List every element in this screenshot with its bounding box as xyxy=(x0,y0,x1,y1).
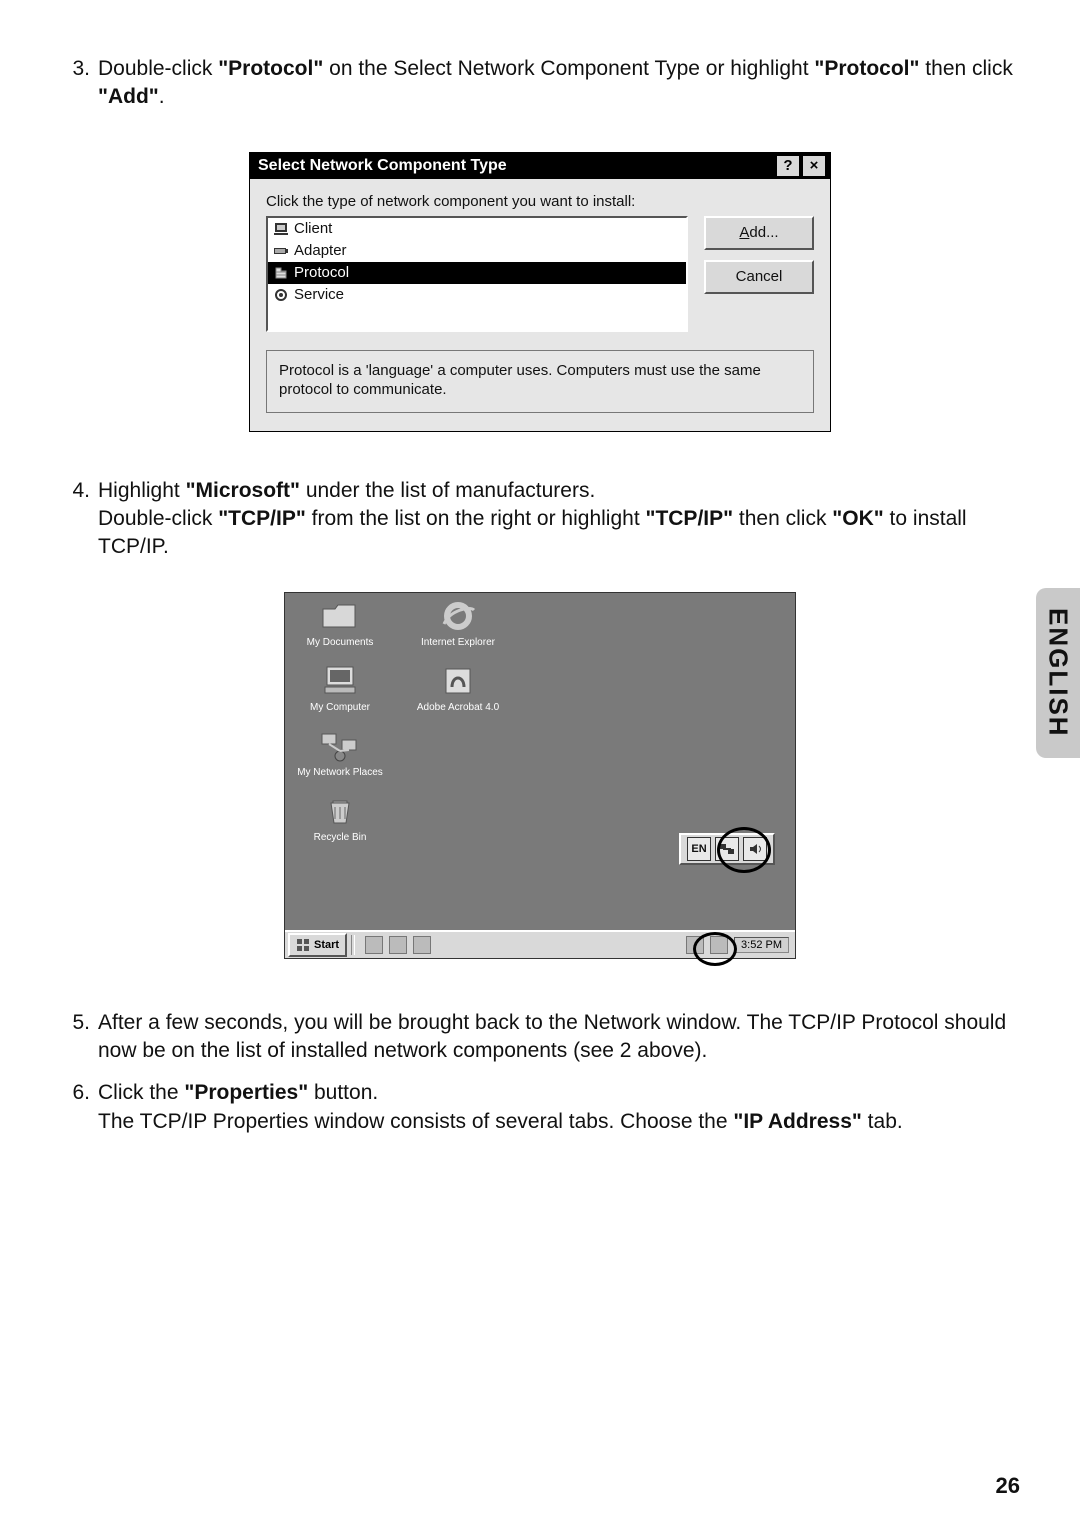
service-icon xyxy=(272,287,290,303)
tray-volume-icon[interactable] xyxy=(743,837,767,861)
step-4: 4. Highlight "Microsoft" under the list … xyxy=(60,477,1020,562)
step-list: 4. Highlight "Microsoft" under the list … xyxy=(60,477,1020,562)
list-item-label: Adapter xyxy=(294,242,347,259)
close-button[interactable]: × xyxy=(802,155,826,177)
list-item-label: Service xyxy=(294,286,344,303)
step-5: 5. After a few seconds, you will be brou… xyxy=(60,1009,1020,1066)
client-icon xyxy=(272,221,290,237)
dialog-prompt: Click the type of network component you … xyxy=(266,193,814,210)
system-tray: 3:52 PM xyxy=(686,936,795,954)
document-page: ENGLISH 3. Double-click "Protocol" on th… xyxy=(0,0,1080,1527)
step-number: 5. xyxy=(60,1009,98,1066)
step-body: Click the "Properties" button. The TCP/I… xyxy=(98,1079,1020,1136)
start-label: Start xyxy=(314,939,339,951)
page-number: 26 xyxy=(996,1473,1020,1499)
step-6: 6. Click the "Properties" button. The TC… xyxy=(60,1079,1020,1136)
icon-label: Internet Explorer xyxy=(421,637,495,648)
help-button[interactable]: ? xyxy=(776,155,800,177)
adobe-acrobat-icon[interactable]: Adobe Acrobat 4.0 xyxy=(413,664,503,713)
figure-desktop-wrap: My Documents My Computer My Network Plac… xyxy=(60,592,1020,959)
desktop-icon-grid: My Documents My Computer My Network Plac… xyxy=(295,599,503,843)
step-3: 3. Double-click "Protocol" on the Select… xyxy=(60,55,1020,112)
component-description: Protocol is a 'language' a computer uses… xyxy=(266,350,814,413)
clock[interactable]: 3:52 PM xyxy=(734,937,789,953)
icon-label: My Computer xyxy=(310,702,370,713)
tray-network-icon[interactable] xyxy=(715,837,739,861)
list-item-label: Client xyxy=(294,220,332,237)
protocol-icon xyxy=(272,265,290,281)
windows-desktop: My Documents My Computer My Network Plac… xyxy=(284,592,796,959)
dialog-title: Select Network Component Type xyxy=(254,157,774,175)
bin-icon xyxy=(320,794,360,828)
icon-label: Adobe Acrobat 4.0 xyxy=(417,702,499,713)
step-number: 4. xyxy=(60,477,98,562)
list-item-label: Protocol xyxy=(294,264,349,281)
computer-icon xyxy=(320,664,360,698)
network-places-icon[interactable]: My Network Places xyxy=(295,729,385,778)
dialog-body: Click the type of network component you … xyxy=(250,179,830,431)
network-icon xyxy=(320,729,360,763)
acrobat-icon xyxy=(438,664,478,698)
recycle-bin-icon[interactable]: Recycle Bin xyxy=(295,794,385,843)
quick-launch-item[interactable] xyxy=(389,936,407,954)
cancel-button[interactable]: Cancel xyxy=(704,260,814,294)
windows-logo-icon xyxy=(296,938,310,952)
language-tray-float: EN xyxy=(679,833,775,865)
figure-dialog-wrap: Select Network Component Type ? × Click … xyxy=(60,152,1020,432)
dialog-button-column: Add... Cancel xyxy=(704,216,814,332)
step-body: Double-click "Protocol" on the Select Ne… xyxy=(98,55,1020,112)
annotation-circle xyxy=(693,932,737,966)
ie-icon xyxy=(438,599,478,633)
my-computer-icon[interactable]: My Computer xyxy=(295,664,385,713)
clock-label: 3:52 PM xyxy=(741,939,782,951)
icon-label: My Network Places xyxy=(297,767,383,778)
language-tab-label: ENGLISH xyxy=(1043,608,1074,738)
step-body: Highlight "Microsoft" under the list of … xyxy=(98,477,1020,562)
step-list: 5. After a few seconds, you will be brou… xyxy=(60,1009,1020,1136)
my-documents-icon[interactable]: My Documents xyxy=(295,599,385,648)
list-item-client[interactable]: Client xyxy=(268,218,686,240)
step-list: 3. Double-click "Protocol" on the Select… xyxy=(60,55,1020,112)
folder-icon xyxy=(320,599,360,633)
taskbar: Start 3:52 PM xyxy=(285,930,795,958)
icon-label: Recycle Bin xyxy=(314,832,367,843)
adapter-icon xyxy=(272,243,290,259)
step-number: 6. xyxy=(60,1079,98,1136)
quick-launch xyxy=(365,936,431,954)
internet-explorer-icon[interactable]: Internet Explorer xyxy=(413,599,503,648)
add-button[interactable]: Add... xyxy=(704,216,814,250)
list-item-adapter[interactable]: Adapter xyxy=(268,240,686,262)
list-item-service[interactable]: Service xyxy=(268,284,686,306)
quick-launch-item[interactable] xyxy=(413,936,431,954)
step-body: After a few seconds, you will be brought… xyxy=(98,1009,1020,1066)
taskbar-divider xyxy=(351,935,355,955)
language-indicator[interactable]: EN xyxy=(687,837,711,861)
step-number: 3. xyxy=(60,55,98,112)
dialog-titlebar: Select Network Component Type ? × xyxy=(250,153,830,179)
quick-launch-item[interactable] xyxy=(365,936,383,954)
component-type-list[interactable]: Client Adapter Protocol xyxy=(266,216,688,332)
select-component-dialog: Select Network Component Type ? × Click … xyxy=(249,152,831,432)
language-tab: ENGLISH xyxy=(1036,588,1080,758)
icon-label: My Documents xyxy=(307,637,374,648)
list-item-protocol[interactable]: Protocol xyxy=(268,262,686,284)
start-button[interactable]: Start xyxy=(288,933,347,957)
